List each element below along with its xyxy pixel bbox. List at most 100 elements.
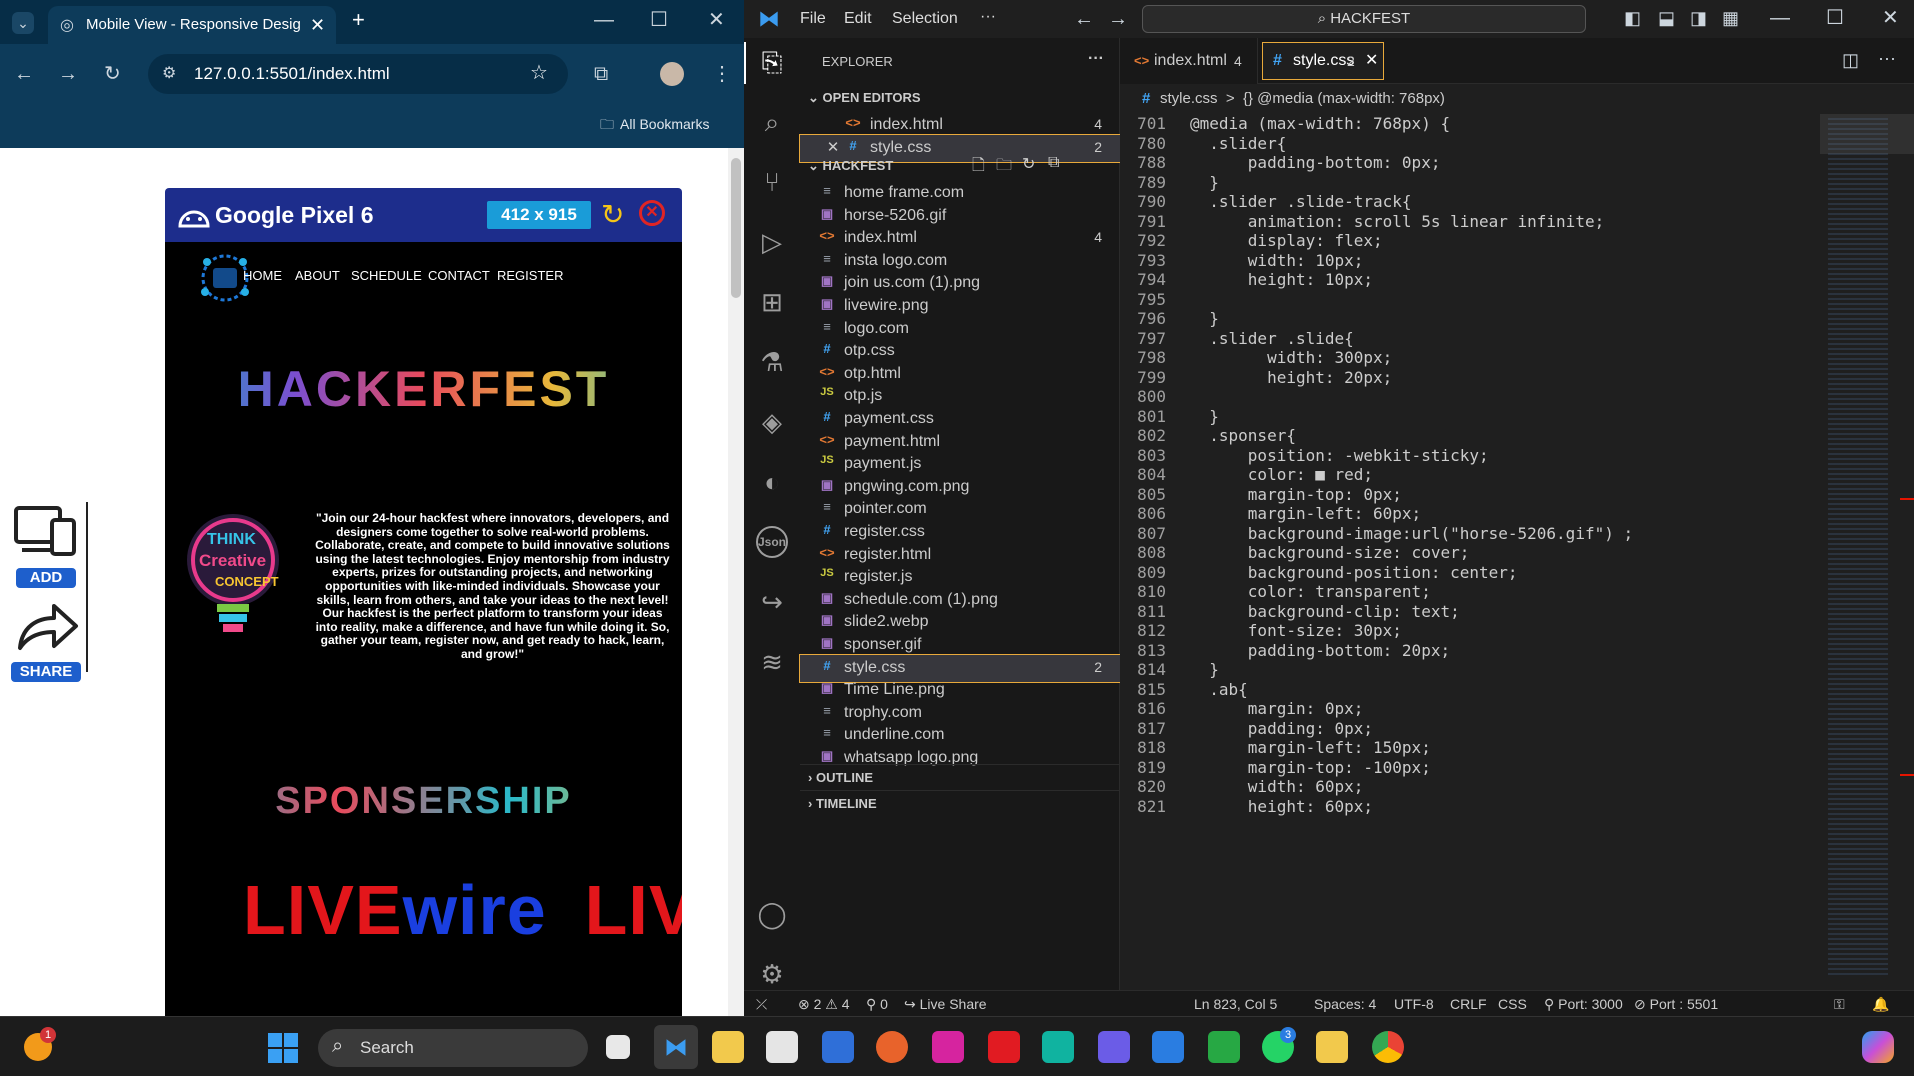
menu-edit[interactable]: Edit: [844, 10, 872, 28]
instagram-icon[interactable]: [932, 1031, 964, 1063]
command-center-search[interactable]: ⌕ HACKFEST: [1142, 5, 1586, 33]
cursor-position[interactable]: Ln 823, Col 5: [1194, 996, 1277, 1012]
devices-icon[interactable]: [12, 502, 82, 562]
store-icon[interactable]: [822, 1031, 854, 1063]
json-icon[interactable]: Json: [756, 526, 788, 558]
code-line[interactable]: 821 height: 60px;: [1120, 797, 1820, 821]
app-icon-3[interactable]: [1042, 1031, 1074, 1063]
language-mode[interactable]: CSS: [1498, 996, 1527, 1012]
share-button[interactable]: SHARE: [11, 662, 81, 682]
split-editor-icon[interactable]: ◫: [1842, 50, 1859, 70]
nav-forward-icon[interactable]: →: [1108, 9, 1128, 29]
task-view-icon[interactable]: [606, 1035, 630, 1059]
source-control-icon[interactable]: ⑂: [756, 166, 788, 198]
add-button[interactable]: ADD: [16, 568, 76, 588]
refresh-explorer-icon[interactable]: ↻: [1022, 154, 1035, 174]
accounts-icon[interactable]: ◯: [756, 898, 788, 930]
firefox-icon[interactable]: [876, 1031, 908, 1063]
remote-indicator-icon[interactable]: ⤫: [756, 996, 767, 1013]
project-folder-header[interactable]: ⌄ HACKFEST: [808, 158, 893, 174]
menu-selection[interactable]: Selection: [892, 10, 958, 28]
live-server-port-5501[interactable]: ⊘ Port : 5501: [1634, 996, 1718, 1013]
toggle-panel-icon[interactable]: ⬓: [1658, 8, 1675, 28]
indentation[interactable]: Spaces: 4: [1314, 996, 1376, 1012]
close-device-icon[interactable]: ✕: [639, 200, 665, 226]
edge-icon[interactable]: ◐: [756, 466, 788, 498]
run-debug-icon[interactable]: ▷: [756, 226, 788, 258]
minimap[interactable]: [1820, 114, 1914, 990]
app-icon-6[interactable]: [1208, 1031, 1240, 1063]
collapse-folders-icon[interactable]: ⧉: [1048, 154, 1059, 172]
chrome-icon[interactable]: [1372, 1031, 1404, 1063]
copilot-icon[interactable]: [1862, 1031, 1894, 1063]
app-icon-7[interactable]: [1316, 1031, 1348, 1063]
close-window-icon[interactable]: ✕: [708, 10, 725, 30]
explorer-icon[interactable]: ⎘: [756, 46, 788, 78]
vs-maximize-icon[interactable]: ☐: [1826, 8, 1844, 28]
menu-file[interactable]: File: [800, 10, 826, 28]
app-icon-4[interactable]: [1098, 1031, 1130, 1063]
vs-minimize-icon[interactable]: —: [1770, 8, 1790, 28]
problems-indicator[interactable]: ⊗ 2 ⚠ 4: [798, 996, 850, 1013]
nav-about[interactable]: ABOUT: [295, 268, 340, 283]
tab-search-icon[interactable]: ⌄: [12, 12, 34, 34]
maximize-icon[interactable]: ☐: [650, 10, 668, 30]
taskbar-search-box[interactable]: ⌕ Search: [318, 1029, 588, 1067]
start-button-icon[interactable]: [268, 1033, 298, 1063]
ports-indicator[interactable]: ⚲ 0: [866, 996, 888, 1013]
reload-icon[interactable]: ↻: [104, 64, 121, 84]
extensions-view-icon[interactable]: ⊞: [756, 286, 788, 318]
testing-icon[interactable]: ⚗: [756, 346, 788, 378]
bookmark-star-icon[interactable]: ☆: [530, 63, 548, 83]
share-icon[interactable]: [12, 598, 82, 654]
search-view-icon[interactable]: ⌕: [756, 106, 788, 138]
live-share-button[interactable]: ↪ Live Share: [904, 996, 987, 1013]
address-bar[interactable]: ⚙ 127.0.0.1:5501/index.html ☆: [148, 54, 568, 94]
minimize-icon[interactable]: —: [594, 10, 614, 30]
vscode-taskbar-icon[interactable]: ⧓: [654, 1025, 698, 1069]
close-tab-icon[interactable]: ✕: [310, 15, 325, 35]
editor-tab-index-html[interactable]: <> index.html 4: [1120, 38, 1258, 84]
nav-register[interactable]: REGISTER: [497, 268, 563, 283]
settings-sync-icon[interactable]: ⚿: [1834, 996, 1845, 1013]
breadcrumb[interactable]: # style.css > {} @media (max-width: 768p…: [1120, 84, 1914, 114]
browser-menu-icon[interactable]: ⋮: [712, 64, 732, 84]
notifications-bell-icon[interactable]: 🔔: [1872, 996, 1889, 1013]
manage-gear-icon[interactable]: ⚙: [756, 958, 788, 990]
rotate-icon[interactable]: ↻: [601, 198, 624, 231]
code-editor[interactable]: 701 @media (max-width: 768px) {780 .slide…: [1120, 114, 1820, 990]
nav-back-icon[interactable]: ←: [1074, 9, 1094, 29]
app-icon-5[interactable]: [1152, 1031, 1184, 1063]
toggle-sidebar-icon[interactable]: ◧: [1624, 8, 1641, 28]
new-tab-icon[interactable]: +: [352, 9, 365, 31]
profile-avatar[interactable]: [660, 62, 684, 86]
close-tab-icon[interactable]: ✕: [1365, 43, 1378, 79]
line-ending[interactable]: CRLF: [1450, 996, 1487, 1012]
live-server-port-3000[interactable]: ⚲ Port: 3000: [1544, 996, 1623, 1013]
nav-home[interactable]: HOME: [243, 268, 282, 283]
layers-icon[interactable]: ◈: [756, 406, 788, 438]
close-editor-icon[interactable]: ✕: [824, 138, 842, 156]
bookmarks-bar-item[interactable]: 🗀 All Bookmarks: [600, 114, 709, 138]
live-share-view-icon[interactable]: ↪: [756, 586, 788, 618]
timeline-header[interactable]: › TIMELINE: [808, 796, 877, 811]
browser-tab[interactable]: ◎ Mobile View - Responsive Desig ✕: [48, 6, 336, 44]
app-icon-2[interactable]: [988, 1031, 1020, 1063]
tailwind-icon[interactable]: ≋: [756, 646, 788, 678]
nav-schedule[interactable]: SCHEDULE: [351, 268, 422, 283]
app-icon-1[interactable]: [766, 1031, 798, 1063]
site-info-icon[interactable]: ⚙: [162, 64, 176, 84]
open-editors-header[interactable]: ⌄ OPEN EDITORS: [808, 90, 921, 106]
customize-layout-icon[interactable]: ▦: [1722, 8, 1739, 28]
new-file-icon[interactable]: 🗋: [972, 154, 985, 181]
extensions-icon[interactable]: ⧉: [594, 64, 608, 84]
encoding[interactable]: UTF-8: [1394, 996, 1434, 1012]
toggle-secondary-sidebar-icon[interactable]: ◨: [1690, 8, 1707, 28]
vs-close-icon[interactable]: ✕: [1882, 8, 1899, 28]
nav-contact[interactable]: CONTACT: [428, 268, 490, 283]
device-size-badge[interactable]: 412 x 915: [487, 201, 591, 229]
menu-more[interactable]: ···: [980, 8, 996, 26]
explorer-more-icon[interactable]: ···: [1088, 50, 1104, 68]
editor-more-icon[interactable]: ···: [1878, 48, 1896, 68]
page-scrollbar[interactable]: [728, 148, 744, 1016]
